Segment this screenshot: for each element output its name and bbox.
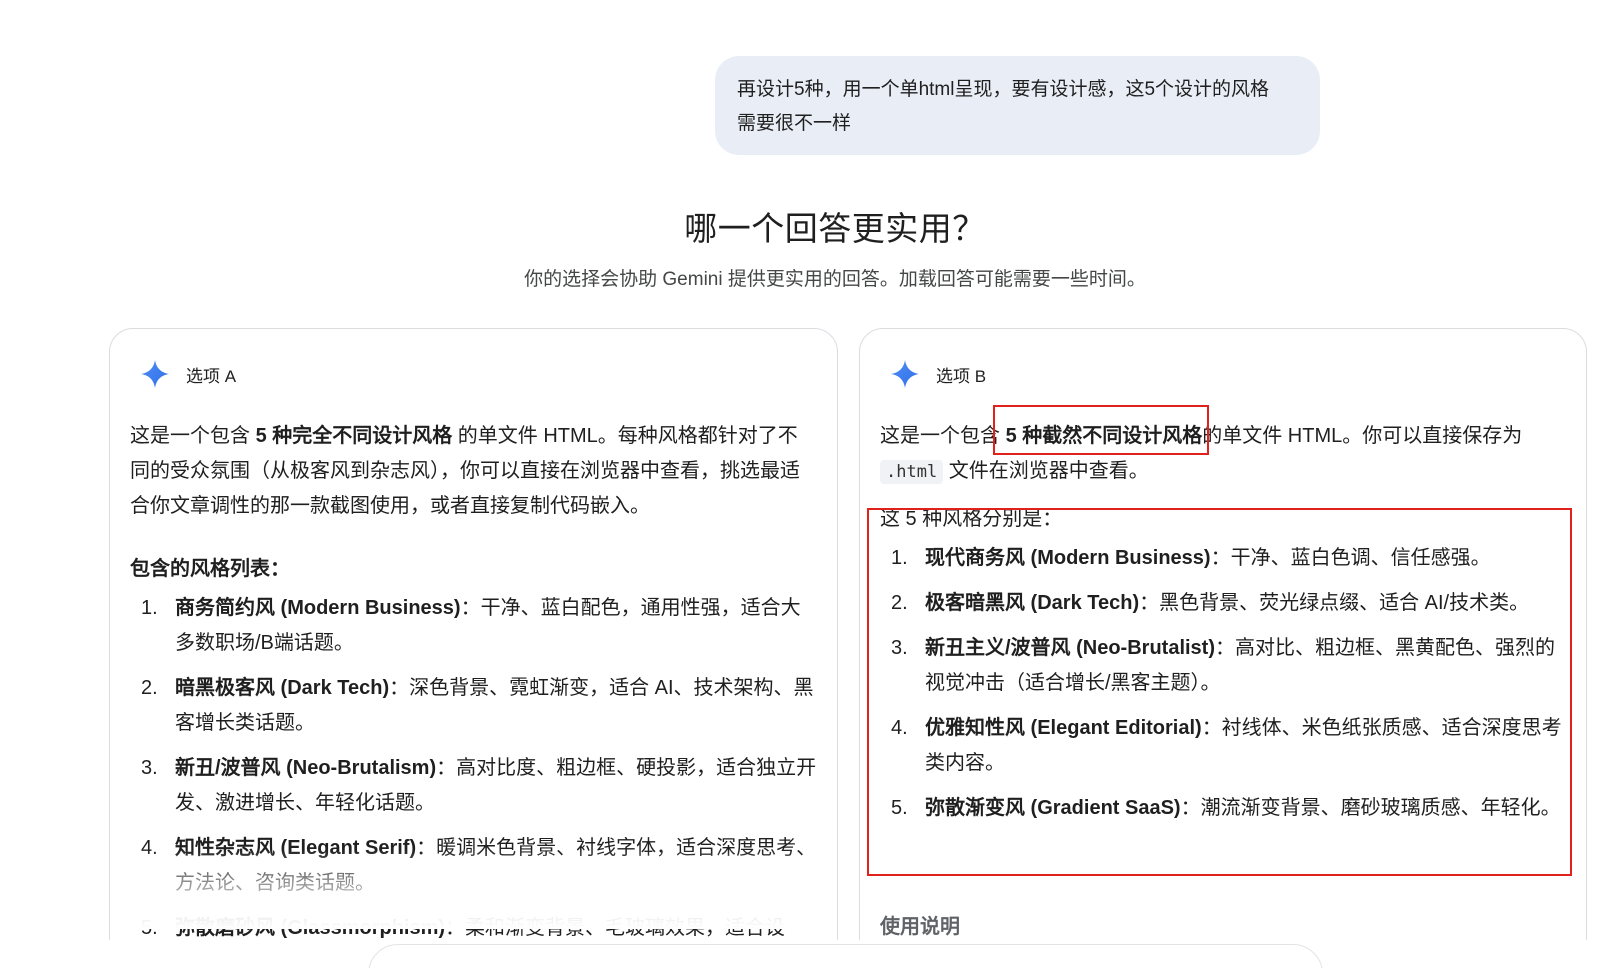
option-a-intro-pre: 这是一个包含 [130, 425, 256, 447]
option-a-header: 选项 A [140, 359, 236, 389]
option-b-usage-heading: 使用说明 [880, 916, 960, 938]
user-message-line1: 再设计5种，用一个单html呈现，要有设计感，这5个设计的风格 [737, 79, 1270, 100]
option-a-fade [110, 849, 837, 929]
list-item-number: 2. [141, 677, 158, 699]
user-message-line2: 需要很不一样 [737, 113, 852, 134]
option-a-intro: 这是一个包含 5 种完全不同设计风格 的单文件 HTML。每种风格都针对了不同的… [130, 419, 817, 524]
option-b-label: 选项 B [936, 366, 987, 386]
option-b-intro-tail: 文件在浏览器中查看。 [943, 460, 1149, 482]
option-b-intro-pre: 这是一个包含 [880, 425, 1006, 447]
option-a-list-heading: 包含的风格列表： [130, 558, 290, 580]
option-b-intro: 这是一个包含 5 种截然不同设计风格的单文件 HTML。你可以直接保存为 .ht… [880, 419, 1566, 490]
gemini-sparkle-icon [141, 360, 169, 388]
option-a-card[interactable]: 选项 A 这是一个包含 5 种完全不同设计风格 的单文件 HTML。每种风格都针… [109, 328, 838, 968]
annotation-highlight-bold-phrase [993, 405, 1209, 455]
preference-title: 哪一个回答更实用？ [684, 210, 986, 247]
user-message-bubble: 再设计5种，用一个单html呈现，要有设计感，这5个设计的风格 需要很不一样 [715, 56, 1320, 155]
gemini-sparkle-icon [891, 360, 919, 388]
page: 再设计5种，用一个单html呈现，要有设计感，这5个设计的风格 需要很不一样 哪… [0, 0, 1621, 968]
option-b-intro-post: 的单文件 HTML。你可以直接保存为 [1202, 425, 1523, 447]
list-item: 3. 新丑/波普风 (Neo-Brutalism)：高对比度、粗边框、硬投影，适合… [130, 751, 817, 821]
list-item-number: 1. [141, 597, 158, 619]
prompt-input-bar[interactable] [368, 944, 1323, 968]
list-item-name: 商务简约风 (Modern Business) [175, 597, 461, 619]
option-b-header: 选项 B [890, 359, 986, 389]
list-item-name: 暗黑极客风 (Dark Tech) [175, 677, 390, 699]
list-item: 1. 商务简约风 (Modern Business)：干净、蓝白配色，通用性强，适… [130, 591, 817, 661]
inline-code: .html [880, 460, 944, 484]
list-item-name: 新丑/波普风 (Neo-Brutalism) [175, 757, 437, 779]
option-a-intro-bold: 5 种完全不同设计风格 [255, 425, 453, 447]
list-item: 2. 暗黑极客风 (Dark Tech)：深色背景、霓虹渐变，适合 AI、技术架构… [130, 671, 817, 741]
option-a-label: 选项 A [186, 366, 237, 386]
preference-subtitle: 你的选择会协助 Gemini 提供更实用的回答。加载回答可能需要一些时间。 [524, 269, 1146, 290]
list-item-number: 3. [141, 757, 158, 779]
annotation-highlight-style-list [867, 508, 1572, 876]
